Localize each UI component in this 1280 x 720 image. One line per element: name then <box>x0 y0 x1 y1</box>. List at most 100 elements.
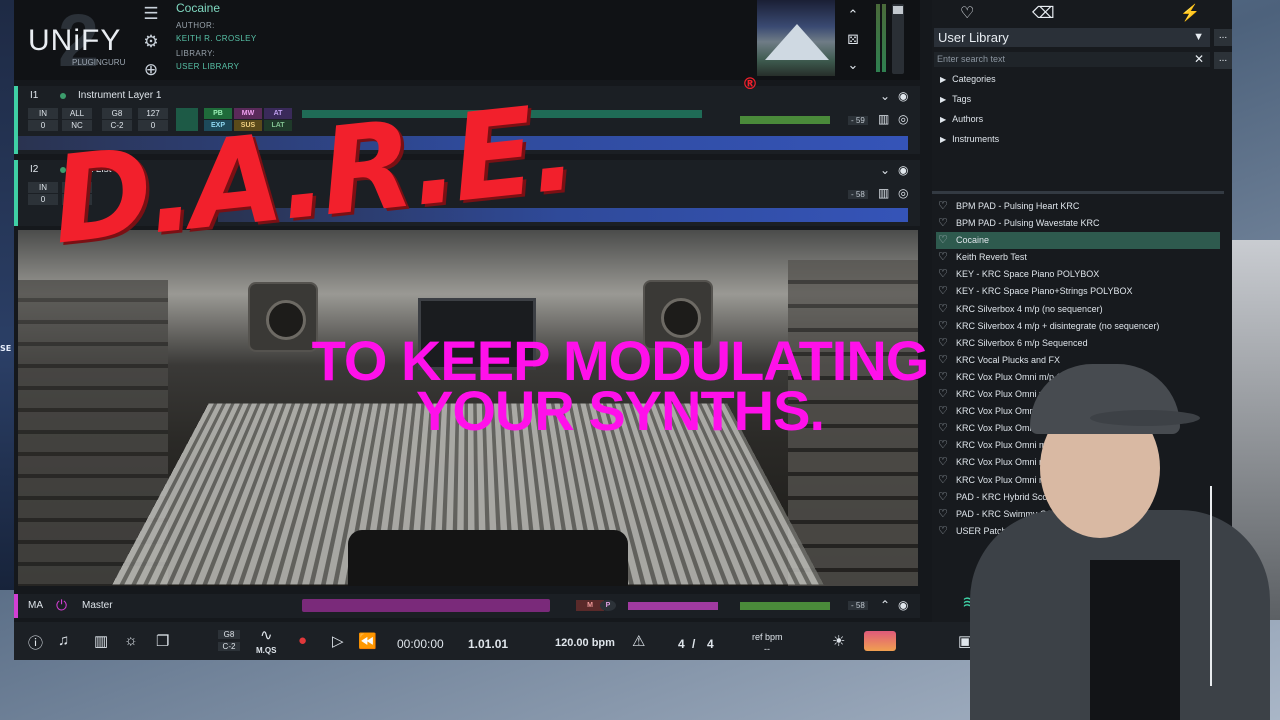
preset-artwork[interactable] <box>757 0 835 76</box>
library-select[interactable]: User Library ▼ <box>934 28 1210 47</box>
search-more-button[interactable]: ... <box>1214 52 1232 69</box>
chevron-up-icon[interactable]: ⌃ <box>880 598 890 612</box>
master-layer[interactable]: MA ⏻ Master M P - 58 ⌃ ◉ <box>14 594 920 618</box>
favorites-heart-icon[interactable]: ♡ <box>960 3 974 23</box>
master-meter <box>740 602 830 610</box>
favorite-heart-icon[interactable]: ♡ <box>938 266 948 283</box>
midi-in-label[interactable]: IN <box>28 108 58 119</box>
patch-name: BPM PAD - Pulsing Heart KRC <box>956 201 1080 211</box>
rewind-icon[interactable]: ⏪ <box>358 632 377 650</box>
layer-settings-icon[interactable]: ◎ <box>898 112 908 126</box>
layer-1-meter <box>740 116 830 124</box>
favorite-heart-icon[interactable]: ♡ <box>938 198 948 215</box>
patch-row[interactable]: ♡ BPM PAD - Pulsing Wavestate KRC <box>936 215 1220 232</box>
add-icon[interactable]: ⊕ <box>140 58 162 82</box>
favorite-heart-icon[interactable]: ♡ <box>938 215 948 232</box>
transport-note-low[interactable]: C-2 <box>218 642 240 651</box>
favorite-heart-icon[interactable]: ♡ <box>938 283 948 300</box>
tagline-line-2: YOUR SYNTHS. <box>415 379 825 442</box>
dice-icon[interactable]: ⚄ <box>842 27 864 52</box>
layer-settings-icon[interactable]: ◎ <box>898 186 908 200</box>
master-power-circle-icon[interactable]: ◉ <box>898 598 908 612</box>
author-value: KEITH R. CROSLEY <box>176 34 257 43</box>
velocity-high[interactable]: 127 <box>138 108 168 119</box>
keyboard-icon[interactable]: ▥ <box>878 186 889 200</box>
patch-name: KRC Silverbox 4 m/p + disintegrate (no s… <box>956 320 1160 331</box>
menu-icon[interactable]: ☰ <box>140 2 162 26</box>
play-icon[interactable]: ▷ <box>332 632 344 650</box>
sun-icon[interactable]: ☀ <box>832 632 845 650</box>
patch-row[interactable]: ♡ KRC Silverbox 4 m/p + disintegrate (no … <box>936 318 1220 335</box>
tree-item-authors[interactable]: Authors <box>940 114 999 134</box>
alert-icon[interactable]: ⓘ <box>28 632 43 653</box>
keyboard-icon[interactable]: ▥ <box>878 112 889 126</box>
chevron-down-icon[interactable]: ⌄ <box>842 52 864 77</box>
time-display: 00:00:00 <box>397 637 444 651</box>
clear-search-icon[interactable]: ✕ <box>1194 52 1204 66</box>
desk-edge-letters: SE <box>0 344 12 353</box>
music-note-icon[interactable]: ♫ <box>58 632 69 649</box>
webcam-presenter <box>940 360 1280 720</box>
patch-row[interactable]: ♡ KEY - KRC Space Piano POLYBOX <box>936 266 1220 283</box>
patch-row-selected[interactable]: ♡ Cocaine <box>936 232 1220 250</box>
transport-note-high[interactable]: G8 <box>218 630 240 639</box>
tree-item-tags[interactable]: Tags <box>940 94 999 114</box>
theme-thumbnail-icon[interactable] <box>864 631 896 651</box>
patch-name: Keith Reverb Test <box>956 252 1027 263</box>
library-value: USER LIBRARY <box>176 62 240 71</box>
library-label: LIBRARY: <box>176 49 216 58</box>
layer-power-icon[interactable]: ◉ <box>898 89 908 103</box>
record-icon[interactable]: ● <box>298 632 307 649</box>
eraser-icon[interactable]: ⌫ <box>1032 3 1055 23</box>
library-more-button[interactable]: ... <box>1214 29 1232 46</box>
library-select-value: User Library <box>938 30 1009 45</box>
patch-row[interactable]: ♡ BPM PAD - Pulsing Heart KRC <box>936 198 1220 215</box>
note-high[interactable]: G8 <box>102 108 132 119</box>
master-p-button[interactable]: P <box>600 600 616 611</box>
waveform-icon[interactable]: ∿ <box>260 626 273 644</box>
midi-in-value[interactable]: 0 <box>28 120 58 131</box>
favorite-heart-icon[interactable]: ♡ <box>938 318 948 335</box>
favorite-heart-icon[interactable]: ♡ <box>938 301 948 318</box>
header: 2 UNiFY PLUGINGURU ☰ ⚙ ⊕ Cocaine AUTHOR:… <box>14 0 920 82</box>
tree-item-categories[interactable]: Categories <box>940 74 999 94</box>
header-icons: ☰ ⚙ ⊕ <box>140 2 162 86</box>
master-fader[interactable] <box>628 602 718 610</box>
preset-name[interactable]: Cocaine <box>176 1 257 15</box>
master-power-icon[interactable]: ⏻ <box>56 597 67 614</box>
panel-divider[interactable] <box>932 191 1224 194</box>
lightning-icon[interactable]: ⚡ <box>1180 3 1200 23</box>
master-db: - 58 <box>848 601 868 610</box>
patch-row[interactable]: ♡ Keith Reverb Test <box>936 249 1220 266</box>
layer-power-icon[interactable]: ◉ <box>898 163 908 177</box>
master-volume-fader[interactable] <box>892 4 904 74</box>
midi-all-label[interactable]: ALL <box>62 108 92 119</box>
layer-collapse-chevron-icon[interactable]: ⌄ <box>880 89 890 103</box>
time-sig-numerator[interactable]: 4 <box>678 637 685 651</box>
filter-tree: Categories Tags Authors Instruments <box>940 74 999 154</box>
metronome-icon[interactable]: ⚠ <box>632 632 645 650</box>
dropdown-arrow-icon[interactable]: ▼ <box>1193 31 1204 43</box>
layer-1-db: - 59 <box>848 116 868 125</box>
patch-row[interactable]: ♡ KRC Silverbox 4 m/p (no sequencer) <box>936 301 1220 318</box>
chevron-up-icon[interactable]: ⌃ <box>842 2 864 27</box>
mqs-label[interactable]: M.QS <box>256 646 276 655</box>
window-icon[interactable]: ❐ <box>156 632 169 650</box>
search-placeholder: Enter search text <box>937 54 1006 64</box>
layer-active-dot[interactable] <box>60 93 66 99</box>
favorite-heart-icon[interactable]: ♡ <box>938 249 948 266</box>
time-sig-denominator[interactable]: 4 <box>707 637 714 651</box>
brightness-icon[interactable]: ☼ <box>124 632 138 649</box>
bpm-display[interactable]: 120.00 bpm <box>555 637 615 649</box>
piano-icon[interactable]: ▥ <box>94 632 108 650</box>
layer-collapse-chevron-icon[interactable]: ⌄ <box>880 163 890 177</box>
layer-name[interactable]: Instrument Layer 1 <box>78 90 161 101</box>
gear-icon[interactable]: ⚙ <box>140 30 162 54</box>
logo-wordmark: UNiFY <box>28 24 122 57</box>
master-volume-bar[interactable] <box>302 599 550 612</box>
patch-name: BPM PAD - Pulsing Wavestate KRC <box>956 218 1100 229</box>
tree-item-instruments[interactable]: Instruments <box>940 134 999 154</box>
search-input[interactable]: Enter search text ✕ <box>934 52 1210 67</box>
favorite-heart-icon[interactable]: ♡ <box>938 232 948 249</box>
patch-row[interactable]: ♡ KEY - KRC Space Piano+Strings POLYBOX <box>936 283 1220 300</box>
